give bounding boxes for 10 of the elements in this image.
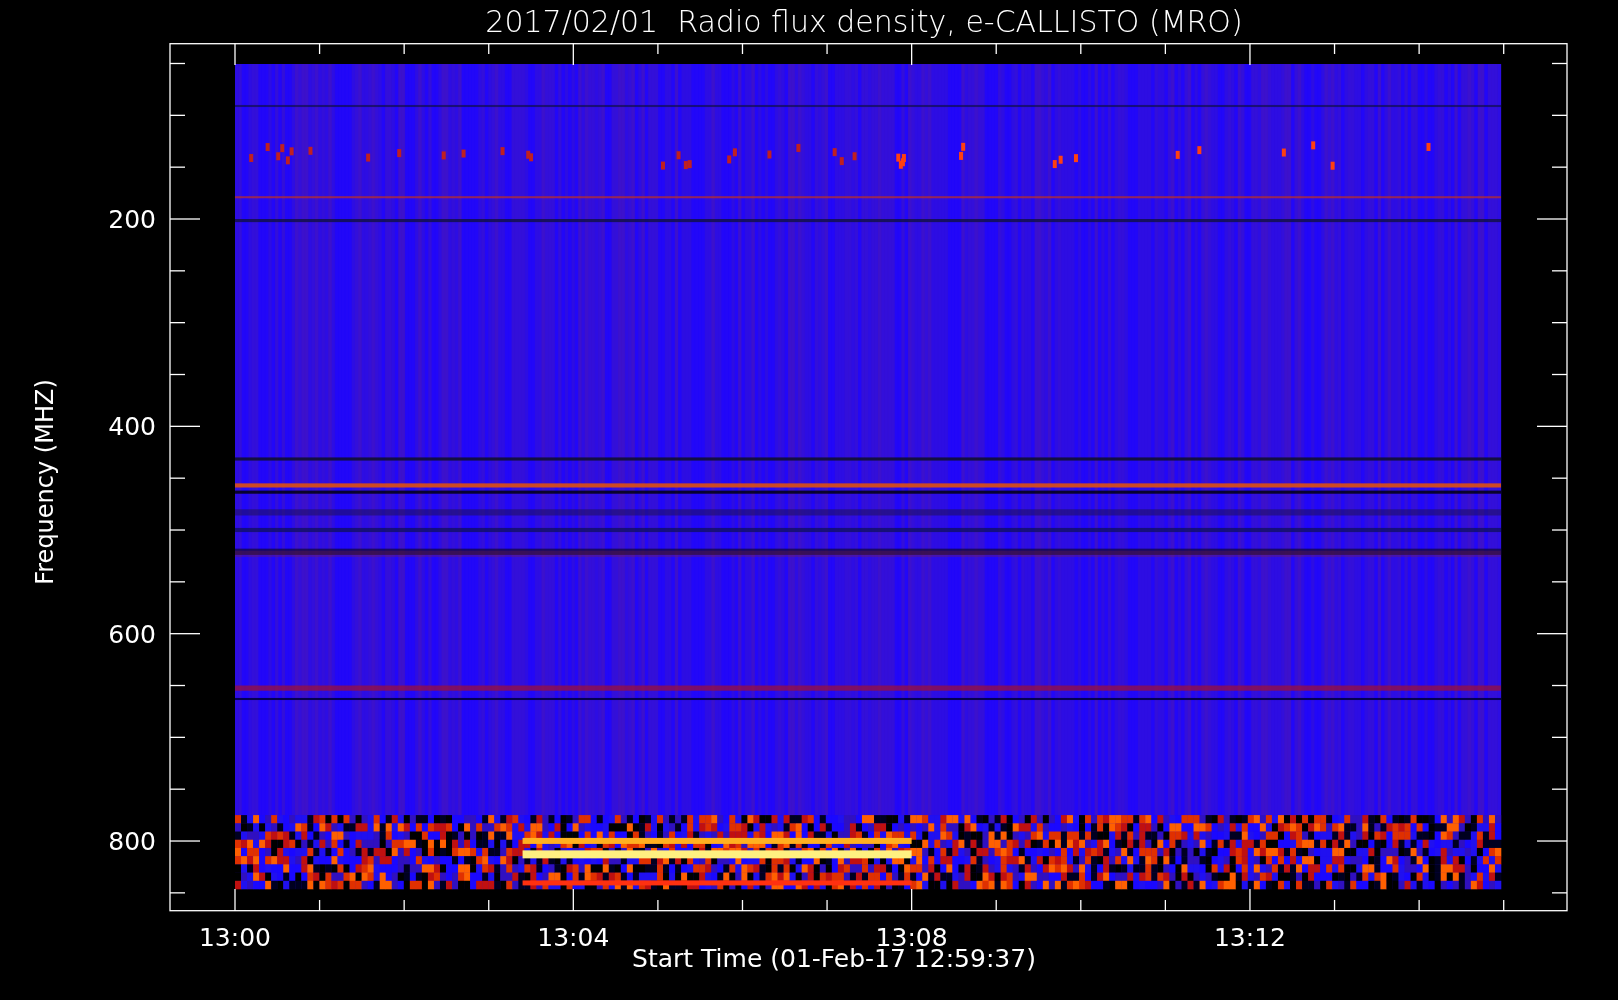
axis-tick-label: 13:12 [1213, 923, 1286, 950]
axis-tick-label: 600 [108, 619, 156, 649]
axis-tick-label: 13:04 [537, 923, 610, 950]
axis-tick-label: 200 [108, 205, 156, 234]
y-axis-label: Frequency (MHZ) [31, 378, 59, 585]
chart-title: 2017/02/01 Radio flux density, e-CALLISTO (MRO) [484, 4, 1243, 39]
axis-tick-label: 800 [108, 827, 156, 856]
axis-tick-label: 13:00 [199, 923, 271, 950]
axis-tick-label: 400 [108, 412, 156, 442]
axis-tick-label: 13:08 [875, 923, 948, 950]
